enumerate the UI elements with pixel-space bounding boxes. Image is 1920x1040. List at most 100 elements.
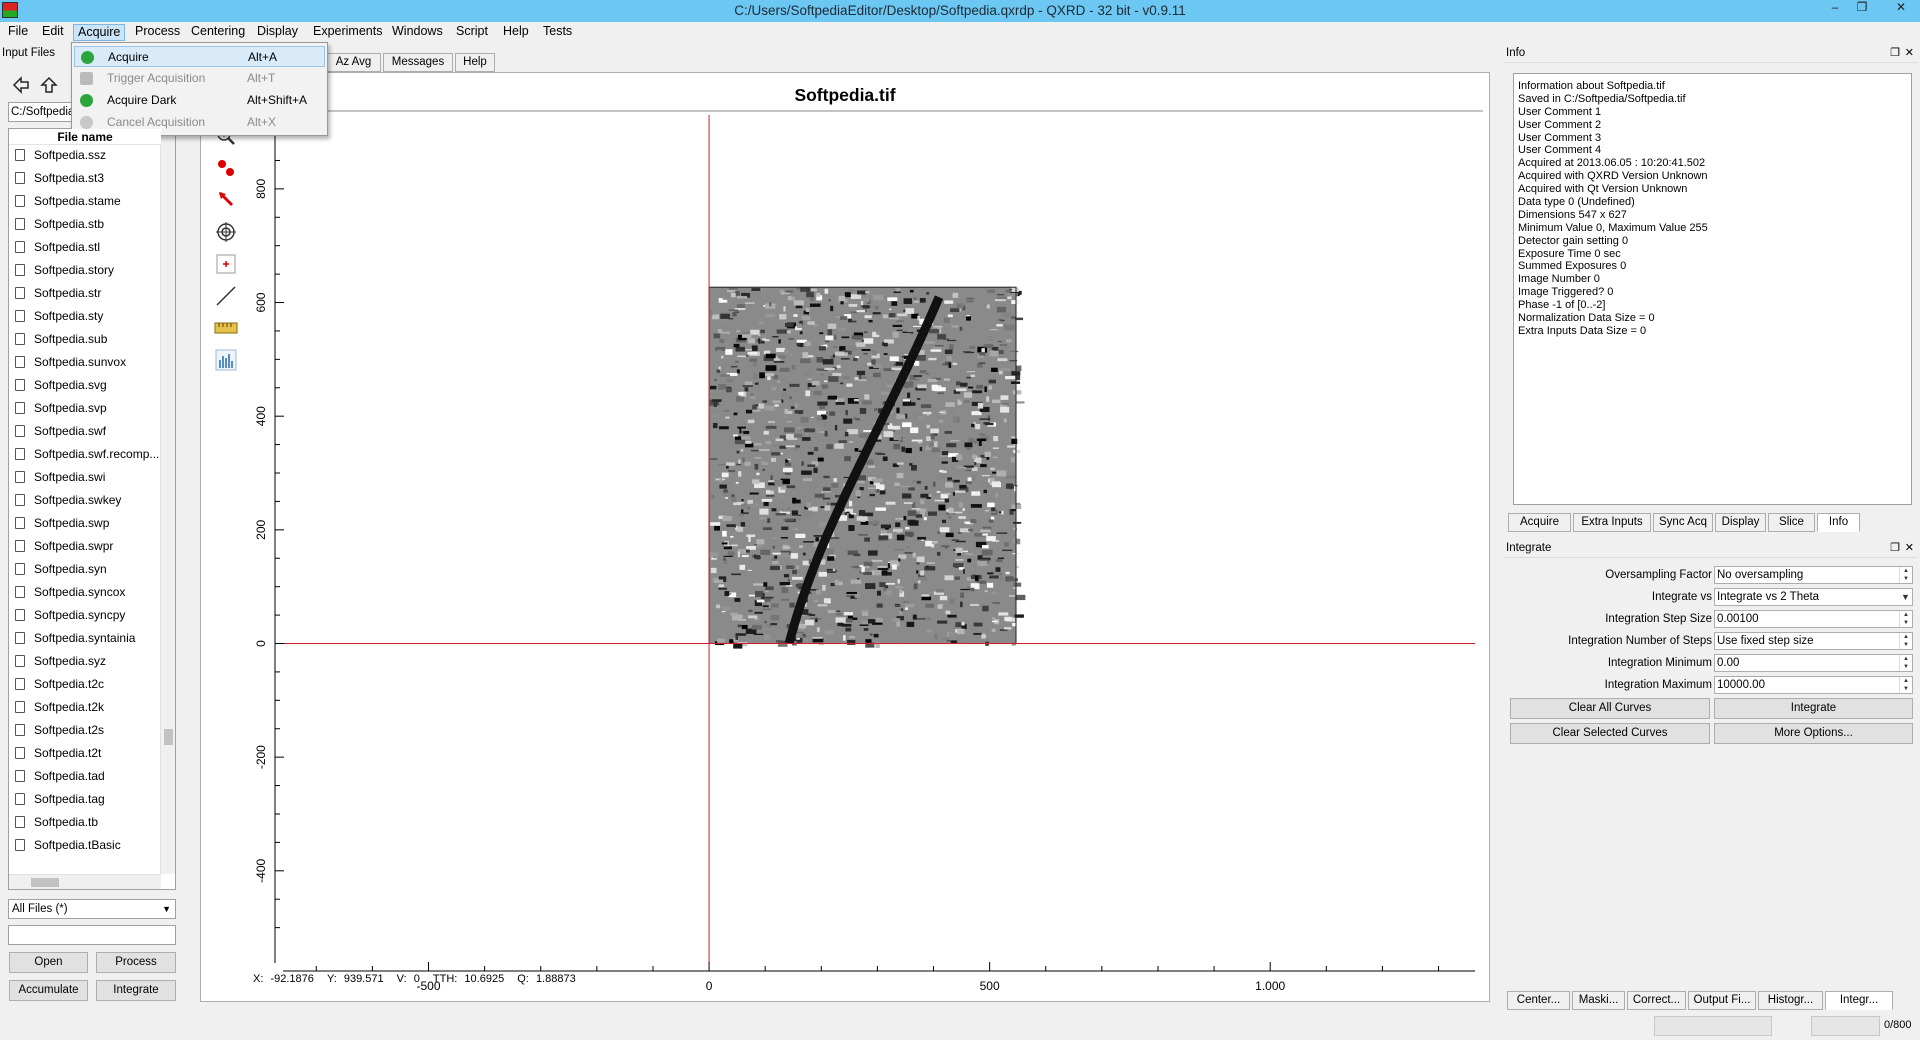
float-icon[interactable]: ❐ [1890, 46, 1900, 59]
tab-sync-acq[interactable]: Sync Acq [1653, 513, 1713, 532]
list-item[interactable]: Softpedia.st3 [15, 167, 104, 190]
menu-windows[interactable]: Windows [388, 24, 447, 41]
list-item[interactable]: Softpedia.stb [15, 213, 104, 236]
list-item[interactable]: Softpedia.sunvox [15, 351, 126, 374]
spinner-icon[interactable]: ▲ ▼ [1899, 633, 1912, 649]
float-icon[interactable]: ❐ [1890, 541, 1900, 554]
list-item[interactable]: Softpedia.sub [15, 328, 107, 351]
tab-display[interactable]: Display [1715, 513, 1766, 532]
close-panel-icon[interactable]: ✕ [1905, 541, 1914, 554]
menu-centering[interactable]: Centering [187, 24, 249, 41]
list-item[interactable]: Softpedia.swi [15, 466, 105, 489]
list-item[interactable]: Softpedia.syz [15, 650, 106, 673]
tab-messages[interactable]: Messages [383, 53, 453, 72]
menu-acquire[interactable]: Acquire [73, 24, 126, 41]
tab-bottom-2[interactable]: Correct... [1627, 991, 1686, 1010]
filter-text-input[interactable] [8, 925, 176, 945]
list-item[interactable]: Softpedia.t2k [15, 696, 104, 719]
integrate-left-button[interactable]: Integrate [96, 980, 176, 1001]
close-icon[interactable]: ✕ [1888, 0, 1914, 18]
more-options-button[interactable]: More Options... [1714, 723, 1913, 744]
menu-tests[interactable]: Tests [539, 24, 576, 41]
list-item[interactable]: Softpedia.syn [15, 558, 107, 581]
open-button[interactable]: Open [9, 952, 88, 973]
menu-display[interactable]: Display [253, 24, 302, 41]
file-list[interactable]: Softpedia.ssprojSoftpedia.sszSoftpedia.s… [8, 128, 176, 890]
tab-slice[interactable]: Slice [1768, 513, 1815, 532]
list-item[interactable]: Softpedia.ssz [15, 144, 106, 167]
image-texture [770, 623, 778, 626]
spinner-icon[interactable]: ▲ ▼ [1899, 655, 1912, 671]
restore-icon[interactable]: ❐ [1849, 0, 1875, 18]
menu-item-trigger-acquisition[interactable]: Trigger Acquisition Alt+T [74, 68, 325, 89]
spinner-icon[interactable]: ▲ ▼ [1899, 611, 1912, 627]
menu-item-acquire[interactable]: Acquire Alt+A [74, 46, 325, 67]
list-item[interactable]: Softpedia.tag [15, 788, 105, 811]
accumulate-button[interactable]: Accumulate [9, 980, 88, 1001]
image-texture [755, 502, 758, 507]
clear-selected-curves-button[interactable]: Clear Selected Curves [1510, 723, 1710, 744]
list-item[interactable]: Softpedia.story [15, 259, 114, 282]
integrate-button[interactable]: Integrate [1714, 698, 1913, 719]
list-item[interactable]: Softpedia.str [15, 282, 101, 305]
list-item[interactable]: Softpedia.syncox [15, 581, 125, 604]
minimize-icon[interactable]: – [1822, 0, 1848, 18]
menu-process[interactable]: Process [131, 24, 184, 41]
prop-field[interactable]: No oversampling ▲ ▼ [1714, 566, 1913, 584]
file-filter-select[interactable]: All Files (*) ▼ [8, 899, 176, 919]
spinner-icon[interactable]: ▲ ▼ [1899, 567, 1912, 583]
close-panel-icon[interactable]: ✕ [1905, 46, 1914, 59]
prop-field[interactable]: Use fixed step size ▲ ▼ [1714, 632, 1913, 650]
vertical-scrollbar[interactable] [160, 129, 175, 874]
list-item[interactable]: Softpedia.t2s [15, 719, 104, 742]
list-item[interactable]: Softpedia.swkey [15, 489, 121, 512]
list-item[interactable]: Softpedia.svp [15, 397, 107, 420]
info-text-area[interactable]: Information about Softpedia.tif Saved in … [1513, 73, 1912, 505]
prop-field[interactable]: 0.00 ▲ ▼ [1714, 654, 1913, 672]
list-item[interactable]: Softpedia.tad [15, 765, 105, 788]
list-item[interactable]: Softpedia.swf.recomp... [15, 443, 159, 466]
prop-field[interactable]: 0.00100 ▲ ▼ [1714, 610, 1913, 628]
up-icon[interactable] [36, 72, 62, 98]
tab-help[interactable]: Help [455, 53, 495, 72]
horizontal-scrollbar[interactable] [9, 874, 161, 889]
list-item[interactable]: Softpedia.syncpy [15, 604, 125, 627]
tab-bottom-5[interactable]: Integr... [1825, 991, 1893, 1010]
list-item[interactable]: Softpedia.tb [15, 811, 98, 834]
tab-bottom-1[interactable]: Maski... [1572, 991, 1625, 1010]
tab-bottom-4[interactable]: Histogr... [1758, 991, 1823, 1010]
list-item[interactable]: Softpedia.svg [15, 374, 107, 397]
clear-all-curves-button[interactable]: Clear All Curves [1510, 698, 1710, 719]
tab-info[interactable]: Info [1817, 513, 1860, 532]
list-item[interactable]: Softpedia.swpr [15, 535, 113, 558]
list-item[interactable]: Softpedia.swf [15, 420, 106, 443]
tab-bottom-3[interactable]: Output Fi... [1688, 991, 1756, 1010]
list-item[interactable]: Softpedia.sty [15, 305, 103, 328]
plot-canvas[interactable]: -500 0 500 1.0008006004002000-200-400 [201, 73, 1491, 1003]
menu-script[interactable]: Script [452, 24, 492, 41]
tab-acquire[interactable]: Acquire [1508, 513, 1571, 532]
process-button[interactable]: Process [96, 952, 176, 973]
menu-help[interactable]: Help [499, 24, 533, 41]
spinner-icon[interactable]: ▲ ▼ [1899, 677, 1912, 693]
menu-edit[interactable]: Edit [38, 24, 68, 41]
list-item[interactable]: Softpedia.t2t [15, 742, 101, 765]
prop-field[interactable]: 10000.00 ▲ ▼ [1714, 676, 1913, 694]
file-name-header[interactable]: File name [9, 129, 161, 145]
list-item[interactable]: Softpedia.tBasic [15, 834, 121, 857]
plot-area[interactable]: Softpedia.tif -500 0 500 1.000 800 600 400 200 0… [200, 72, 1490, 1002]
tab-bottom-0[interactable]: Center... [1507, 991, 1570, 1010]
list-item[interactable]: Softpedia.syntainia [15, 627, 135, 650]
menu-file[interactable]: File [4, 24, 32, 41]
image-texture [959, 326, 963, 331]
list-item[interactable]: Softpedia.stame [15, 190, 121, 213]
list-item[interactable]: Softpedia.t2c [15, 673, 104, 696]
menu-item-acquire-dark[interactable]: Acquire Dark Alt+Shift+A [74, 90, 325, 111]
back-icon[interactable] [8, 72, 34, 98]
menu-experiments[interactable]: Experiments [309, 24, 386, 41]
prop-field[interactable]: Integrate vs 2 Theta ▼ [1714, 588, 1913, 606]
tab-az-avg[interactable]: Az Avg [326, 53, 381, 72]
list-item[interactable]: Softpedia.stl [15, 236, 100, 259]
list-item[interactable]: Softpedia.swp [15, 512, 109, 535]
tab-extra-inputs[interactable]: Extra Inputs [1573, 513, 1651, 532]
